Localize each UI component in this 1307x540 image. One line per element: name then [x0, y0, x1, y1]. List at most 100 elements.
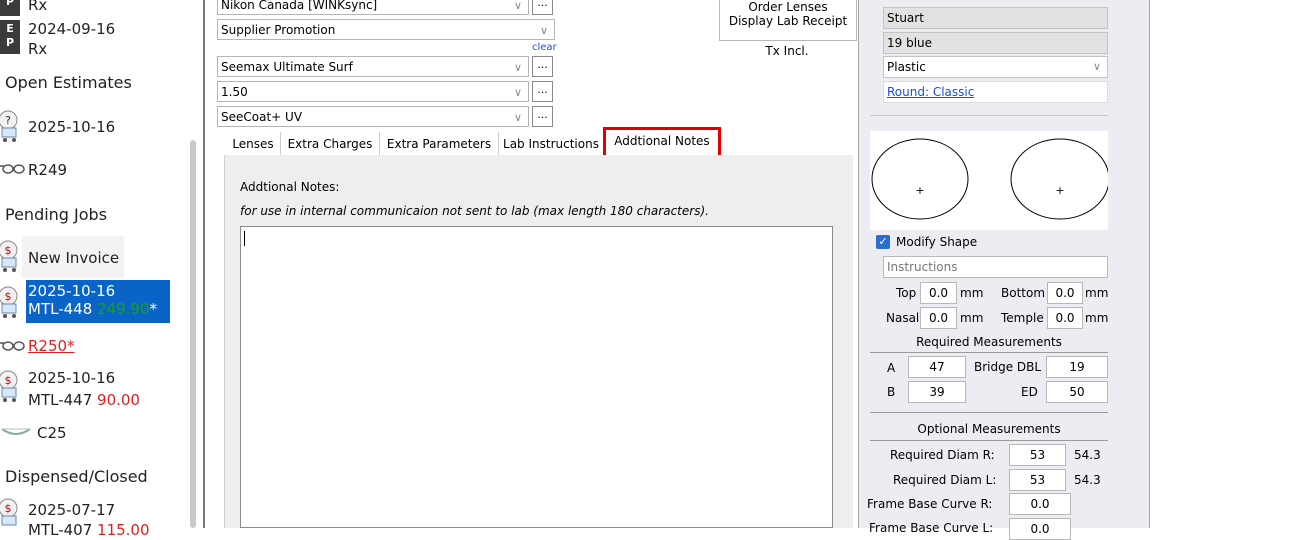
frame-shape-link[interactable]: Round: Classic — [883, 81, 1108, 103]
job-number: MTL-407 — [28, 521, 93, 539]
notes-title: Addtional Notes: — [240, 180, 340, 194]
chevron-down-icon: ∨ — [539, 24, 548, 37]
estimate-date[interactable]: 2025-10-16 — [28, 118, 115, 136]
contact-lens-item[interactable]: C25 — [37, 424, 67, 442]
job-mtl-448-selected[interactable]: 2025-10-16 MTL-448 249.90* — [26, 280, 170, 323]
lens-shape-drawing: + + — [871, 138, 1110, 220]
coating-value: SeeCoat+ UV — [221, 110, 303, 124]
chevron-down-icon: ∨ — [1092, 60, 1101, 73]
bridge-dbl-label: Bridge DBL — [974, 360, 1042, 374]
chevron-down-icon: ∨ — [513, 111, 522, 124]
pending-jobs-heading: Pending Jobs — [5, 205, 108, 224]
modify-shape-checkbox[interactable]: ✓ — [876, 235, 890, 249]
index-select[interactable]: 1.50 ∨ — [217, 81, 529, 102]
divider — [870, 115, 1108, 116]
rx-date[interactable]: 2024-09-16 — [28, 20, 115, 38]
supplier-value: Nikon Canada [WINKsync] — [221, 0, 378, 12]
clear-promotion-link[interactable]: clear — [532, 42, 557, 53]
rx-icon: EP — [0, 20, 20, 54]
job-date[interactable]: 2025-07-17 — [28, 501, 115, 519]
promotion-select[interactable]: Supplier Promotion ∨ — [217, 19, 555, 40]
chevron-down-icon: ∨ — [513, 61, 522, 74]
text-cursor — [244, 231, 245, 246]
svg-text:$: $ — [5, 244, 12, 257]
base-curve-r-input[interactable]: 0.0 — [1009, 493, 1071, 515]
base-curve-r-label: Frame Base Curve R: — [867, 497, 993, 511]
svg-text:$: $ — [5, 374, 12, 387]
cart-dollar-icon: $ — [0, 498, 18, 526]
coating-select[interactable]: SeeCoat+ UV ∨ — [217, 106, 529, 127]
lens-select[interactable]: Seemax Ultimate Surf ∨ — [217, 56, 529, 77]
glasses-icon — [0, 164, 25, 174]
frame-r250-link[interactable]: R250* — [28, 337, 75, 355]
new-invoice-item[interactable]: New Invoice — [28, 249, 119, 267]
svg-text:+: + — [1055, 184, 1064, 197]
required-measurements-heading: Required Measurements — [916, 335, 1062, 349]
job-mtl-407[interactable]: MTL-407 115.00 — [28, 521, 150, 539]
job-amount: 115.00 — [97, 521, 150, 539]
a-measurement-input[interactable]: 47 — [908, 356, 966, 378]
chevron-down-icon: ∨ — [513, 86, 522, 99]
supplier-browse-button[interactable]: ... — [532, 0, 553, 15]
tax-included-label: Tx Incl. — [765, 44, 809, 58]
nasal-label: Nasal — [886, 311, 920, 325]
tab-extra-charges[interactable]: Extra Charges — [281, 132, 380, 156]
nasal-offset-input[interactable]: 0.0 — [920, 307, 957, 329]
job-amount: 249.90 — [97, 300, 150, 318]
bottom-label: Bottom — [1001, 286, 1046, 300]
supplier-select[interactable]: Nikon Canada [WINKsync] ∨ — [217, 0, 529, 15]
frame-color-field[interactable]: 19 blue — [883, 32, 1108, 54]
divider — [870, 440, 1108, 441]
job-mtl-447[interactable]: MTL-447 90.00 — [28, 391, 140, 409]
bridge-dbl-input[interactable]: 19 — [1046, 356, 1108, 378]
diam-r-calculated: 54.3 — [1074, 448, 1101, 462]
job-number: MTL-447 — [28, 391, 93, 409]
glasses-icon — [0, 341, 25, 351]
lens-browse-button[interactable]: ... — [532, 56, 553, 77]
shape-instructions-input[interactable]: Instructions — [883, 256, 1108, 278]
coating-browse-button[interactable]: ... — [532, 106, 553, 127]
b-measurement-input[interactable]: 39 — [908, 381, 966, 403]
display-lab-receipt-button[interactable]: Display Lab Receipt — [720, 14, 856, 28]
index-browse-button[interactable]: ... — [532, 81, 553, 102]
mm-unit: mm — [1085, 311, 1109, 325]
a-label: A — [887, 361, 896, 375]
rx-label[interactable]: Rx — [28, 0, 47, 14]
mm-unit: mm — [960, 311, 984, 325]
notes-hint: for use in internal communicaion not sen… — [240, 204, 709, 218]
rx-icon: P — [0, 0, 20, 16]
base-curve-l-input[interactable]: 0.0 — [1009, 518, 1071, 540]
job-date: 2025-10-16 — [28, 282, 116, 300]
lens-value: Seemax Ultimate Surf — [221, 60, 353, 74]
job-date[interactable]: 2025-10-16 — [28, 369, 115, 387]
job-number: MTL-448 — [28, 300, 93, 318]
frame-shape-preview: + + — [870, 131, 1110, 230]
frame-material-select[interactable]: Plastic ∨ — [883, 56, 1108, 78]
divider — [870, 412, 1108, 413]
temple-offset-input[interactable]: 0.0 — [1047, 307, 1083, 329]
cart-dollar-icon: $ — [0, 286, 18, 318]
diam-l-label: Required Diam L: — [893, 473, 997, 487]
svg-text:$: $ — [5, 290, 12, 303]
top-offset-input[interactable]: 0.0 — [920, 282, 957, 304]
additional-notes-textarea[interactable] — [240, 226, 833, 528]
diam-r-input[interactable]: 53 — [1009, 444, 1066, 466]
optional-measurements-heading: Optional Measurements — [917, 422, 1061, 436]
estimate-frame[interactable]: R249 — [28, 161, 67, 179]
material-value: Plastic — [887, 60, 926, 74]
svg-text:+: + — [915, 184, 924, 197]
frame-brand-field[interactable]: Stuart — [883, 7, 1108, 29]
order-lenses-button[interactable]: Order Lenses — [720, 0, 856, 14]
tab-extra-parameters[interactable]: Extra Parameters — [380, 132, 499, 156]
sidebar-scrollbar[interactable] — [190, 140, 196, 528]
tab-lab-instructions[interactable]: Lab Instructions — [499, 132, 604, 156]
svg-text:?: ? — [5, 114, 11, 127]
ed-input[interactable]: 50 — [1046, 381, 1108, 403]
lab-order-button-group[interactable]: Order Lenses Display Lab Receipt — [719, 0, 857, 41]
rx-label[interactable]: Rx — [28, 40, 47, 58]
top-label: Top — [896, 286, 917, 300]
dispensed-closed-heading: Dispensed/Closed — [5, 467, 148, 486]
bottom-offset-input[interactable]: 0.0 — [1047, 282, 1083, 304]
tab-lenses[interactable]: Lenses — [226, 132, 281, 156]
diam-l-input[interactable]: 53 — [1009, 469, 1066, 491]
